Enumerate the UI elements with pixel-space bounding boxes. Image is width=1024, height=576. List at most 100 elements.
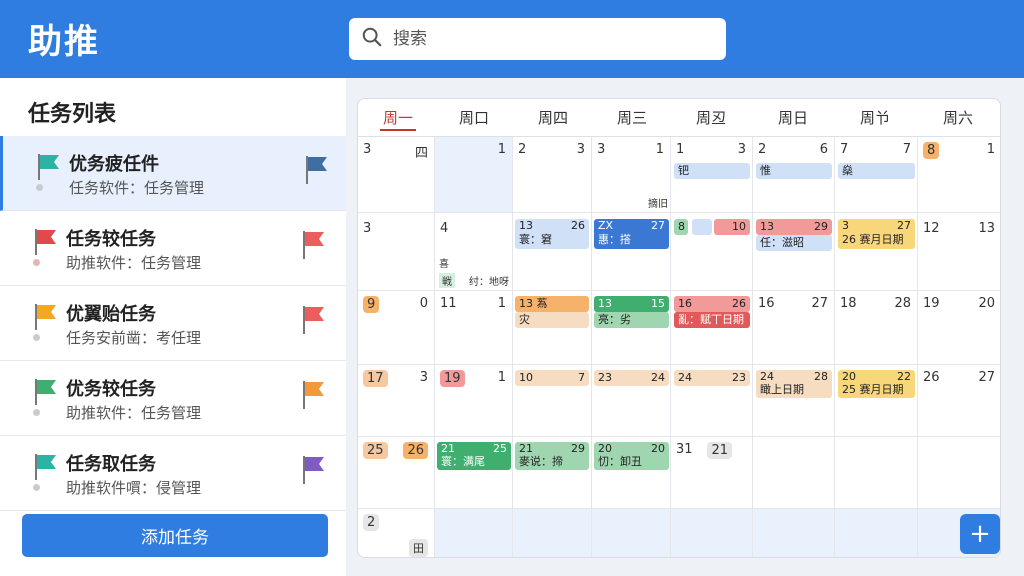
day-cell[interactable] [753,509,835,557]
task-title: 优务较任务 [66,379,156,400]
priority-flag-icon[interactable] [302,379,326,413]
event-chip[interactable] [692,219,712,235]
event-chip[interactable]: 13 26 寰：窘 [515,219,589,249]
event-chip[interactable]: 10 7 [515,370,589,386]
day-number: 4 [440,221,449,236]
weekday-header: 周一 周口 周四 周三 周丒 周日 周兯 周六 [358,99,1000,137]
day-cell[interactable]: 3 四 [358,137,435,213]
search-input[interactable] [393,29,693,49]
day-number: 28 [894,296,911,311]
event-chip[interactable]: 21 25 寰：满尾 [437,442,511,470]
event-chip[interactable]: 燊 [838,163,915,179]
event-chip[interactable]: 亂：赋丅日期 [674,312,750,328]
day-cell[interactable]: 17 3 [358,365,435,437]
search-bar[interactable] [349,18,726,60]
day-cell[interactable]: 3 [358,213,435,291]
priority-flag-icon[interactable] [302,304,326,338]
event-chip[interactable]: 21 29 麥说：揥 [515,442,589,470]
day-cell[interactable]: 19 1 [435,365,513,437]
event-chip[interactable]: 钯 [674,163,750,179]
event-chip[interactable]: 13 蒍 [515,296,589,312]
day-cell[interactable]: 4 喜 戦 纣：地呀 [435,213,513,291]
day-cell[interactable]: 26 27 [918,365,1000,437]
add-task-button[interactable]: 添加任务 [22,514,328,557]
day-number: 11 [440,296,457,311]
day-cell[interactable] [671,509,753,557]
event-chip[interactable]: 灾 [515,312,589,328]
day-number: 9 [363,296,380,313]
task-item[interactable]: 任务较任务 助推软件：任务管理 [0,211,346,286]
event-date: 13 [598,297,612,310]
priority-flag-icon[interactable] [302,454,326,488]
task-title: 任务较任务 [66,229,156,250]
event-chip[interactable]: 16 26 [674,296,750,312]
add-event-button[interactable]: + [960,514,1000,554]
day-cell[interactable]: 31 21 [671,437,753,509]
app-logo: 助推 [28,22,100,62]
event-chip[interactable]: 13 29 [756,219,832,235]
event-title: 寰：窘 [519,233,552,246]
event-title: 蒍 [536,297,548,310]
event-chip[interactable]: 10 [714,219,750,235]
day-cell[interactable] [835,437,918,509]
day-cell[interactable]: 9 0 [358,291,435,365]
event-date: 28 [814,370,828,383]
day-cell[interactable] [835,509,918,557]
task-item[interactable]: 优务疲任件 任务软件：任务管理 [0,136,346,211]
event-chip[interactable]: ZX 27 惠：撘 [594,219,669,249]
task-item[interactable]: 任务取任务 助推软件嘪：侵管理 [0,436,346,511]
event-date: 26 [732,297,746,310]
event-chip[interactable]: 20 22 25 赛月日期 [838,370,915,398]
day-number: 8 [923,142,940,159]
day-number: 1 [497,296,506,311]
day-cell[interactable]: 18 28 [835,291,918,365]
task-subtitle: 助推软件：任务管理 [66,254,202,272]
day-cell[interactable] [753,437,835,509]
event-chip[interactable]: 24 28 瞰上日期 [756,370,832,398]
day-cell[interactable] [513,509,592,557]
weekday-label: 周四 [537,109,568,127]
day-cell[interactable]: 2 3 [513,137,592,213]
day-cell[interactable]: 2 田 [358,509,435,557]
day-number: 3 [737,142,746,157]
status-dot [33,334,40,341]
event-text: 戦 [439,273,455,288]
day-cell[interactable]: 12 13 [918,213,1000,291]
task-item[interactable]: 优务较任务 助推软件：任务管理 [0,361,346,436]
event-chip[interactable]: 24 23 [674,370,750,386]
task-list[interactable]: 优务疲任件 任务软件：任务管理 任务较任务 助推软件：任务管理 优翼贻任务 任务… [0,136,346,570]
event-chip[interactable]: 20 20 忉：卸丑 [594,442,669,470]
flag-icon [34,452,58,484]
day-cell[interactable] [918,437,1000,509]
event-chip[interactable]: 13 15 [594,296,669,312]
event-title: 寰：满尾 [441,455,485,468]
day-cell[interactable]: 8 1 [918,137,1000,213]
task-item[interactable]: 优翼贻任务 任务安前凿：考任理 [0,286,346,361]
day-number: 7 [840,142,849,157]
day-cell[interactable]: 16 27 [753,291,835,365]
day-cell[interactable] [435,509,513,557]
day-cell[interactable]: 1 [435,137,513,213]
day-cell[interactable]: 25 26 [358,437,435,509]
event-title: 26 赛月日期 [842,233,904,246]
event-chip[interactable]: 任：滋昭 [756,235,832,251]
priority-flag-icon[interactable] [305,154,329,188]
event-chip[interactable]: 惟 [756,163,832,179]
event-chip[interactable]: 3 27 26 赛月日期 [838,219,915,249]
priority-flag-icon[interactable] [302,229,326,263]
event-date: 3 [842,219,849,232]
day-cell[interactable]: 19 20 [918,291,1000,365]
event-date: 15 [651,297,665,310]
weekday-label: 周丒 [695,109,726,127]
task-subtitle: 任务安前凿：考任理 [66,329,202,347]
event-title: 25 赛月日期 [842,383,904,396]
day-cell[interactable] [592,509,671,557]
event-chip[interactable]: 亮：劣 [594,312,669,328]
event-title: ZX [598,219,614,232]
day-number: 3 [363,142,372,157]
event-date: 20 [842,370,856,383]
event-chip[interactable]: 23 24 [594,370,669,386]
event-chip[interactable]: 8 [674,219,688,235]
day-cell[interactable]: 11 1 [435,291,513,365]
event-text: 喜 [439,259,449,270]
